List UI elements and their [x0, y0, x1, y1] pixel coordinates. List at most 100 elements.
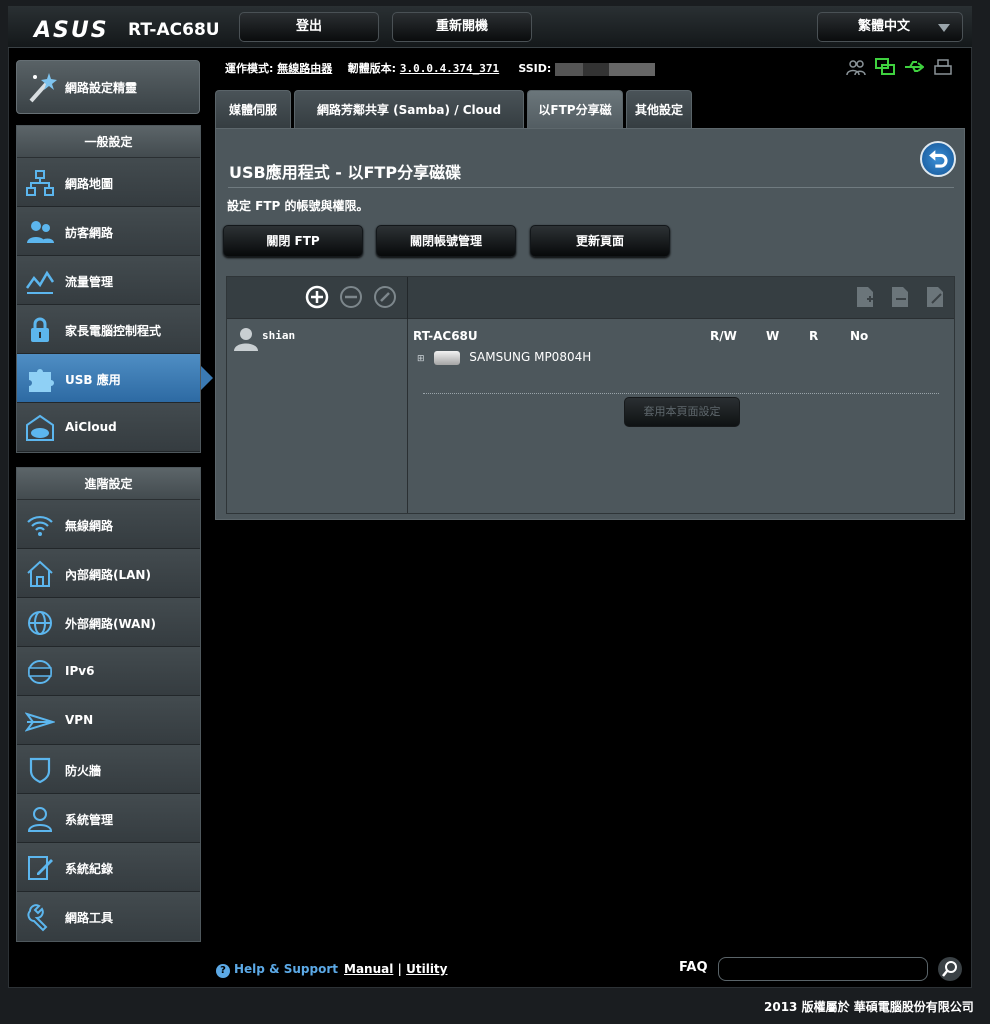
quick-setup-wizard-button[interactable]: 網路設定精靈: [16, 60, 200, 114]
toolbar-divider: [407, 277, 408, 319]
router-name: RT-AC68U: [413, 329, 478, 343]
help-support[interactable]: ? Help & Support: [216, 962, 338, 978]
lan-icon: [27, 560, 53, 587]
wan-icon: [28, 611, 52, 635]
sidebar-item-label: 家長電腦控制程式: [65, 324, 162, 338]
sidebar-item-parental-control[interactable]: 家長電腦控制程式: [17, 305, 200, 354]
sidebar-item-label: AiCloud: [65, 420, 117, 434]
permission-header-no: No: [850, 329, 869, 343]
sidebar-item-label: 無線網路: [65, 519, 114, 533]
user-avatar-icon: [234, 328, 258, 351]
page-title: USB應用程式 - 以FTP分享磁碟: [229, 163, 462, 182]
general-settings-menu: 一般設定 網路地圖 訪客網路 流量管理 家長電腦控制程式 USB 應用 AiCl…: [16, 125, 201, 453]
ssid-redacted: [555, 62, 656, 76]
firmware-version-link[interactable]: 3.0.0.4.374_371: [400, 62, 499, 75]
logout-button[interactable]: 登出: [239, 12, 379, 42]
sidebar-item-traffic-manager[interactable]: 流量管理: [17, 256, 200, 305]
operation-mode-link[interactable]: 無線路由器: [277, 62, 332, 75]
help-icon: ?: [216, 964, 230, 978]
apply-settings-button[interactable]: 套用本頁面設定: [624, 397, 740, 427]
guest-network-icon: [27, 221, 54, 243]
disk-name: SAMSUNG MP0804H: [469, 350, 592, 364]
permission-header-rw: R/W: [710, 329, 737, 343]
sidebar-item-lan[interactable]: 內部網路(LAN): [17, 549, 200, 598]
sidebar-item-label: 系統紀錄: [65, 862, 114, 876]
hard-disk-icon: [434, 350, 461, 365]
search-button[interactable]: [938, 957, 962, 981]
sidebar-item-usb-application[interactable]: USB 應用: [17, 354, 200, 403]
language-select[interactable]: 繁體中文: [817, 12, 963, 42]
ftp-permissions-table: shian RT-AC68U R/W W R No ⊞ SAMSUNG MP08…: [226, 276, 955, 514]
account-name[interactable]: shian: [262, 329, 295, 342]
account-list: shian: [227, 319, 408, 513]
aicloud-icon: [26, 414, 54, 441]
ipv6-icon: [28, 660, 52, 684]
sidebar-item-label: 內部網路(LAN): [65, 568, 151, 582]
edit-account-icon[interactable]: [373, 285, 397, 309]
wireless-icon: [27, 515, 53, 536]
expand-icon[interactable]: ⊞: [417, 354, 425, 364]
internet-status-icon[interactable]: [875, 58, 895, 76]
disk-row[interactable]: ⊞ SAMSUNG MP0804H: [417, 350, 591, 365]
sidebar-item-label: 流量管理: [65, 275, 114, 289]
chevron-down-icon: [938, 24, 950, 32]
permission-header-w: W: [766, 329, 780, 343]
tab-other-settings[interactable]: 其他設定: [626, 90, 692, 128]
sidebar-item-network-map[interactable]: 網路地圖: [17, 158, 200, 207]
sidebar-item-wireless[interactable]: 無線網路: [17, 500, 200, 549]
tab-media-server[interactable]: 媒體伺服器: [215, 90, 291, 155]
sidebar-item-ipv6[interactable]: IPv6: [17, 647, 200, 696]
sidebar-item-administration[interactable]: 系統管理: [17, 794, 200, 843]
ftp-toolbar: [227, 277, 954, 319]
back-arrow-icon[interactable]: [920, 141, 956, 177]
vpn-icon: [25, 712, 55, 732]
permission-header-r: R: [809, 329, 819, 343]
sidebar-item-label: 訪客網路: [65, 226, 114, 240]
faq-search-input[interactable]: [718, 957, 928, 981]
disable-ftp-button[interactable]: 關閉 FTP: [223, 225, 363, 257]
add-account-icon[interactable]: [305, 285, 329, 309]
status-info-line: 運作模式: 無線路由器 韌體版本: 3.0.0.4.374_371 SSID:: [225, 60, 656, 76]
manual-link[interactable]: Manual: [344, 962, 393, 976]
remove-account-icon[interactable]: [339, 285, 363, 309]
dotted-divider: [423, 393, 939, 394]
active-item-indicator: [201, 366, 213, 390]
refresh-page-button[interactable]: 更新頁面: [530, 225, 670, 257]
sidebar-item-vpn[interactable]: VPN: [17, 696, 200, 745]
wizard-label: 網路設定精靈: [65, 81, 138, 95]
sidebar-item-label: 網路地圖: [65, 177, 114, 191]
network-map-icon: [26, 170, 54, 196]
operation-mode-label: 運作模式:: [225, 62, 274, 75]
add-folder-icon[interactable]: [853, 285, 877, 309]
firmware-label: 韌體版本:: [347, 62, 396, 75]
general-settings-heading: 一般設定: [17, 126, 200, 158]
reboot-button[interactable]: 重新開機: [392, 12, 532, 42]
sidebar-item-wan[interactable]: 外部網路(WAN): [17, 598, 200, 647]
ftp-settings-panel: USB應用程式 - 以FTP分享磁碟 設定 FTP 的帳號與權限。 關閉 FTP…: [215, 128, 965, 520]
advanced-settings-menu: 進階設定 無線網路 內部網路(LAN) 外部網路(WAN) IPv6 VPN 防…: [16, 467, 201, 942]
rename-folder-icon[interactable]: [923, 285, 947, 309]
status-icons: [846, 58, 953, 76]
parental-control-icon: [31, 317, 49, 342]
tab-ftp-share[interactable]: 以FTP分享磁碟: [527, 90, 623, 155]
sidebar-item-label: IPv6: [65, 664, 95, 678]
disable-account-management-button[interactable]: 關閉帳號管理: [376, 225, 516, 257]
sidebar-item-guest-network[interactable]: 訪客網路: [17, 207, 200, 256]
sidebar-item-label: 系統管理: [65, 813, 114, 827]
usb-status-icon[interactable]: [904, 58, 925, 76]
router-model: RT-AC68U: [128, 20, 220, 40]
sidebar-item-aicloud[interactable]: AiCloud: [17, 403, 200, 452]
language-label: 繁體中文: [858, 19, 911, 34]
sidebar-item-firewall[interactable]: 防火牆: [17, 745, 200, 794]
sidebar-item-label: 防火牆: [65, 764, 102, 778]
utility-link[interactable]: Utility: [406, 962, 447, 976]
traffic-manager-icon: [25, 270, 55, 294]
delete-folder-icon[interactable]: [888, 285, 912, 309]
sidebar-item-system-log[interactable]: 系統紀錄: [17, 843, 200, 892]
clients-icon[interactable]: [846, 58, 866, 76]
printer-status-icon[interactable]: [933, 58, 953, 76]
tab-samba-cloud-disk[interactable]: 網路芳鄰共享 (Samba) / Cloud Disk: [294, 90, 524, 155]
sidebar-item-network-tools[interactable]: 網路工具: [17, 892, 200, 941]
network-tools-icon: [27, 904, 48, 932]
sidebar-item-label: VPN: [65, 713, 94, 727]
